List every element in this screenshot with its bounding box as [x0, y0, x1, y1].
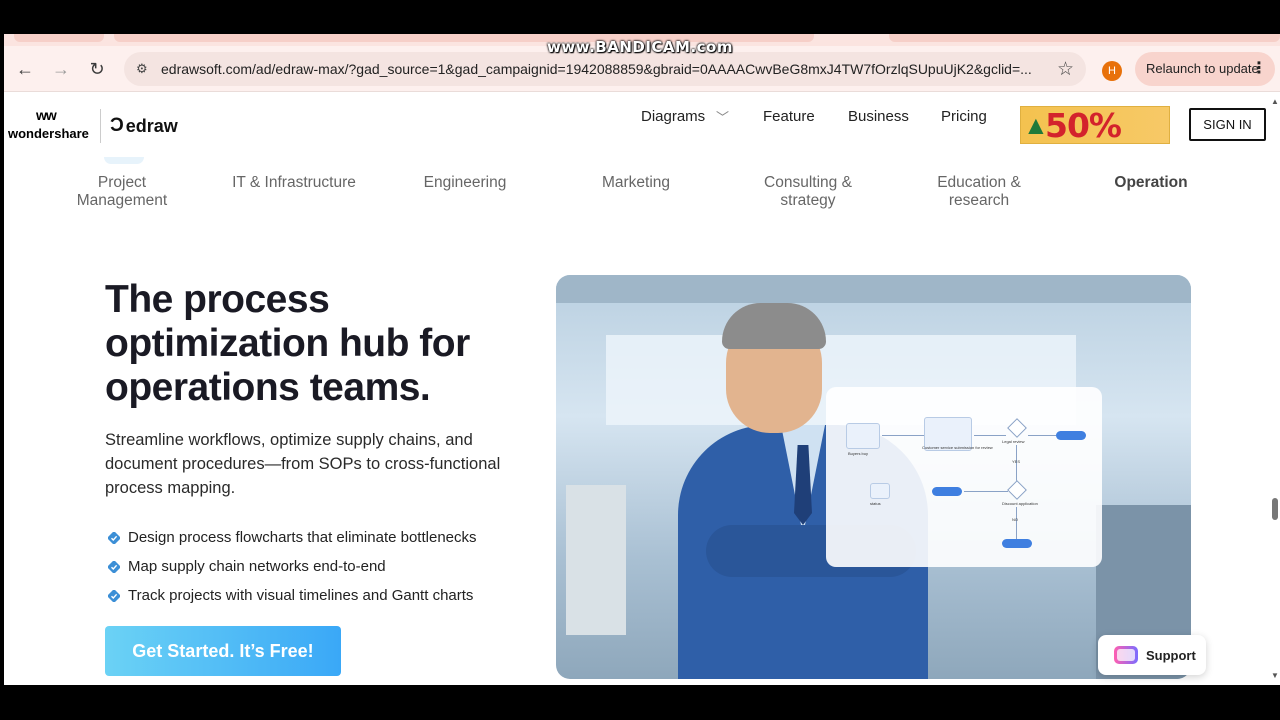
site-info-icon[interactable]: ⚙: [136, 61, 152, 77]
flow-terminal: [1056, 431, 1086, 440]
chat-bubble-icon: [1114, 646, 1138, 664]
back-arrow-icon[interactable]: ←: [12, 56, 38, 82]
feature-text: Design process flowcharts that eliminate…: [128, 529, 477, 546]
flow-node: [870, 483, 890, 499]
category-engineering[interactable]: Engineering: [410, 174, 520, 192]
flow-decision: [1007, 480, 1027, 500]
category-indicator: [104, 157, 144, 164]
nav-feature[interactable]: Feature: [763, 108, 815, 125]
factory-ceiling: [556, 275, 1191, 303]
category-education-research[interactable]: Education & research: [917, 174, 1041, 210]
promo-discount: 50%: [1045, 106, 1122, 144]
support-widget[interactable]: Support: [1098, 635, 1206, 675]
flow-connector: [974, 435, 1006, 436]
browser-window: ← → ↻ ⚙ edrawsoft.com/ad/edraw-max/?gad_…: [4, 34, 1280, 685]
factory-machine: [566, 485, 626, 635]
hero-subtitle: Streamline workflows, optimize supply ch…: [105, 431, 501, 497]
wondershare-logo[interactable]: ww wondershare: [8, 107, 92, 143]
promo-banner[interactable]: ▲ 50%: [1020, 106, 1170, 144]
nav-business[interactable]: Business: [848, 108, 909, 125]
flow-terminal: [932, 487, 962, 496]
flow-label: NO: [1012, 517, 1018, 522]
flow-connector: [1016, 445, 1017, 483]
check-icon: [108, 560, 120, 573]
nav-pricing[interactable]: Pricing: [941, 108, 987, 125]
feature-item: Design process flowcharts that eliminate…: [108, 523, 477, 552]
hero-image: Buyers buy Customer service submission f…: [556, 275, 1191, 679]
feature-text: Map supply chain networks end-to-end: [128, 558, 386, 575]
edraw-logo[interactable]: Ɔ edraw: [110, 115, 178, 137]
category-consulting-strategy[interactable]: Consulting & strategy: [749, 174, 867, 210]
relaunch-label: Relaunch to update: [1146, 61, 1259, 76]
flow-terminal: [1002, 539, 1032, 548]
sign-in-button[interactable]: SIGN IN: [1189, 108, 1266, 141]
category-marketing[interactable]: Marketing: [584, 174, 688, 192]
recording-watermark: www.BANDICAM.com: [546, 38, 733, 56]
check-icon: [108, 531, 120, 544]
edraw-wordmark: edraw: [125, 115, 178, 136]
flow-label: Customer service submission for review: [922, 445, 993, 450]
feature-list: Design process flowcharts that eliminate…: [108, 523, 477, 610]
flow-connector: [1016, 507, 1017, 539]
support-label: Support: [1146, 647, 1196, 663]
person-hair: [722, 303, 826, 349]
category-project-management[interactable]: Project Management: [62, 174, 182, 210]
logo-divider: [100, 109, 101, 143]
flowchart-card: Buyers buy Customer service submission f…: [826, 387, 1102, 567]
category-operation[interactable]: Operation: [1101, 174, 1201, 192]
flow-label: status: [870, 501, 881, 506]
flow-connector: [882, 435, 924, 436]
flow-node: [846, 423, 880, 449]
flow-decision: [1007, 418, 1027, 438]
feature-text: Track projects with visual timelines and…: [128, 587, 474, 604]
profile-avatar[interactable]: H: [1102, 61, 1122, 81]
page-scrollbar[interactable]: ▲ ▼: [1269, 93, 1280, 685]
wondershare-mark-icon: ww: [36, 107, 57, 123]
flow-label: Buyers buy: [848, 451, 869, 456]
feature-item: Track projects with visual timelines and…: [108, 581, 477, 610]
forward-arrow-icon[interactable]: →: [48, 56, 74, 82]
browser-menu-icon[interactable]: ⋮: [1251, 52, 1267, 86]
flow-label: Legal review: [1002, 439, 1025, 444]
flow-label: Discount application: [1002, 501, 1038, 506]
flow-label: YES: [1012, 459, 1021, 464]
check-icon: [108, 589, 120, 602]
flow-connector: [964, 491, 1008, 492]
edraw-mark-icon: Ɔ: [110, 115, 124, 136]
get-started-button[interactable]: Get Started. It’s Free!: [105, 626, 341, 676]
address-bar[interactable]: ⚙ edrawsoft.com/ad/edraw-max/?gad_source…: [124, 52, 1086, 86]
nav-diagrams[interactable]: Diagrams: [641, 108, 705, 125]
scroll-up-icon[interactable]: ▲: [1271, 97, 1279, 106]
bookmark-star-icon[interactable]: ☆: [1057, 58, 1074, 81]
scrollbar-thumb[interactable]: [1272, 498, 1278, 520]
hero-title: The process optimization hub for operati…: [105, 278, 470, 409]
scroll-down-icon[interactable]: ▼: [1271, 671, 1279, 680]
feature-item: Map supply chain networks end-to-end: [108, 552, 477, 581]
flow-connector: [1028, 435, 1056, 436]
wondershare-wordmark: wondershare: [8, 126, 89, 141]
reload-icon[interactable]: ↻: [84, 56, 110, 82]
site-header: ww wondershare Ɔ edraw Diagrams ﹀ Featur…: [4, 93, 1280, 157]
url-text[interactable]: edrawsoft.com/ad/edraw-max/?gad_source=1…: [161, 61, 1041, 77]
chevron-down-icon[interactable]: ﹀: [716, 107, 729, 126]
category-it-infrastructure[interactable]: IT & Infrastructure: [229, 174, 359, 192]
relaunch-button[interactable]: Relaunch to update ⋮: [1135, 52, 1275, 86]
